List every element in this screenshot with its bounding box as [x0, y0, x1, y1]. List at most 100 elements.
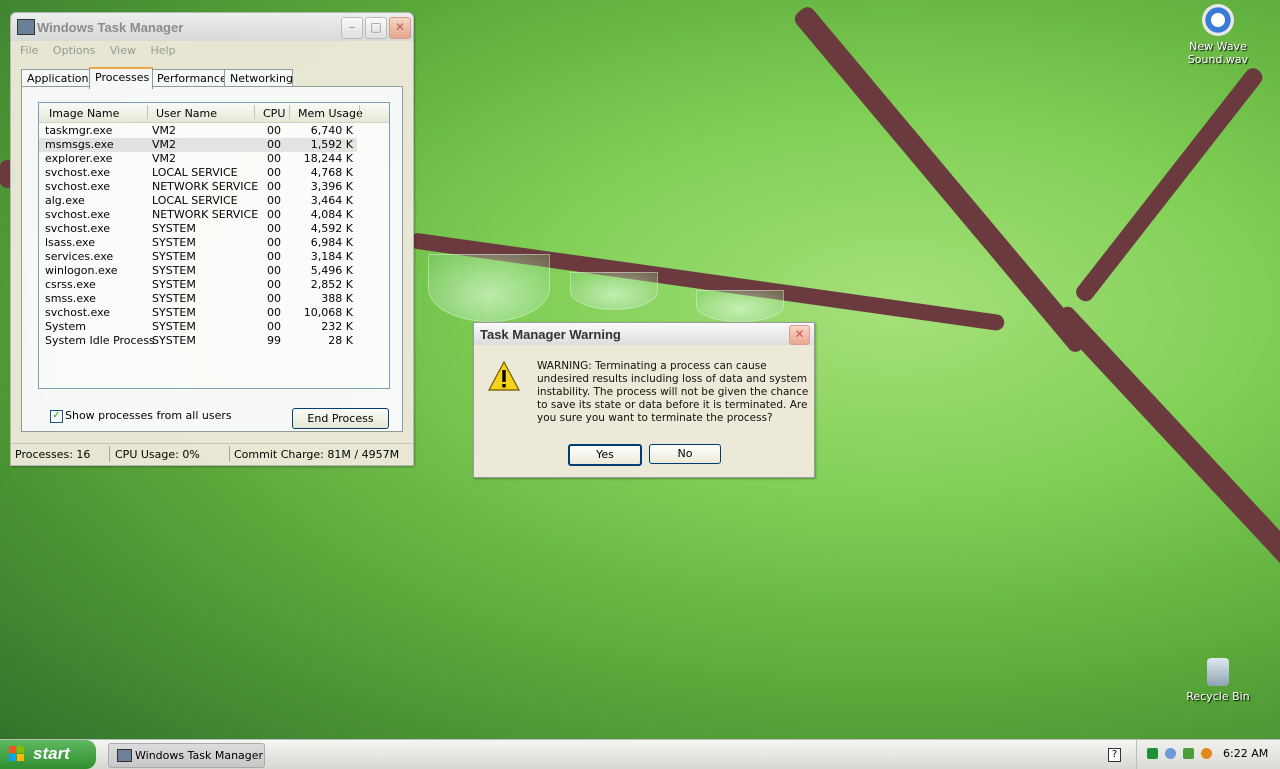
cell-cpu: 00: [267, 292, 281, 305]
cell-mem-usage: 3,396 K: [310, 180, 353, 193]
taskbar-item-task-manager[interactable]: Windows Task Manager: [108, 743, 265, 768]
no-button[interactable]: No: [649, 444, 721, 464]
cell-cpu: 00: [267, 250, 281, 263]
desktop-icon-recycle-bin[interactable]: Recycle Bin: [1163, 658, 1273, 703]
desktop-icon-label: New Wave Sound.wav: [1187, 40, 1249, 66]
cell-mem-usage: 388 K: [321, 292, 353, 305]
cell-user-name: LOCAL SERVICE: [152, 166, 238, 179]
maximize-button[interactable]: □: [365, 17, 387, 39]
cell-cpu: 00: [267, 320, 281, 333]
process-list[interactable]: Image Name User Name CPU Mem Usage taskm…: [38, 102, 390, 389]
task-manager-icon: [17, 19, 35, 35]
cell-user-name: SYSTEM: [152, 306, 196, 319]
table-row[interactable]: explorer.exe VM2 00 18,244 K: [39, 152, 357, 166]
column-image-name[interactable]: Image Name: [49, 107, 119, 120]
cell-cpu: 00: [267, 236, 281, 249]
system-tray: 6:22 AM: [1136, 740, 1280, 769]
column-user-name[interactable]: User Name: [156, 107, 217, 120]
media-file-icon: [1202, 4, 1234, 36]
start-button[interactable]: start: [0, 740, 96, 769]
cell-cpu: 00: [267, 194, 281, 207]
cell-cpu: 00: [267, 278, 281, 291]
warning-dialog: Task Manager Warning ✕ WARNING: Terminat…: [473, 322, 815, 478]
table-row[interactable]: winlogon.exe SYSTEM 00 5,496 K: [39, 264, 357, 278]
status-processes: Processes: 16: [15, 448, 91, 461]
end-process-button[interactable]: End Process: [292, 408, 389, 429]
cell-image-name: alg.exe: [45, 194, 85, 207]
search-icon[interactable]: [1201, 748, 1212, 759]
cell-cpu: 00: [267, 124, 281, 137]
menu-view[interactable]: View: [110, 44, 136, 57]
cell-user-name: SYSTEM: [152, 222, 196, 235]
cell-mem-usage: 4,592 K: [310, 222, 353, 235]
table-row[interactable]: svchost.exe SYSTEM 00 10,068 K: [39, 306, 357, 320]
tab-processes[interactable]: Processes: [89, 67, 153, 89]
dialog-close-button[interactable]: ✕: [789, 325, 810, 345]
table-row[interactable]: services.exe SYSTEM 00 3,184 K: [39, 250, 357, 264]
cell-user-name: NETWORK SERVICE: [152, 180, 259, 193]
messenger-icon[interactable]: [1165, 748, 1176, 759]
cell-user-name: SYSTEM: [152, 278, 196, 291]
cell-mem-usage: 3,464 K: [310, 194, 353, 207]
cell-user-name: SYSTEM: [152, 236, 196, 249]
tab-applications[interactable]: Applications: [21, 69, 95, 87]
cell-cpu: 00: [267, 138, 281, 151]
cell-cpu: 00: [267, 166, 281, 179]
cell-cpu: 00: [267, 208, 281, 221]
network-icon[interactable]: [1147, 748, 1158, 759]
table-row[interactable]: smss.exe SYSTEM 00 388 K: [39, 292, 357, 306]
show-all-users-checkbox[interactable]: ✓: [50, 410, 63, 423]
water-drop: [428, 254, 550, 322]
title-bar[interactable]: Windows Task Manager – □ ✕: [11, 13, 413, 41]
menu-options[interactable]: Options: [53, 44, 95, 57]
status-commit: Commit Charge: 81M / 4957M: [234, 448, 400, 461]
table-row[interactable]: csrss.exe SYSTEM 00 2,852 K: [39, 278, 357, 292]
cell-mem-usage: 3,184 K: [310, 250, 353, 263]
table-row[interactable]: System SYSTEM 00 232 K: [39, 320, 357, 334]
taskbar: start Windows Task Manager ? 6:22 AM: [0, 739, 1280, 769]
cell-cpu: 99: [267, 334, 281, 347]
tab-performance[interactable]: Performance: [151, 69, 227, 87]
dialog-title: Task Manager Warning: [480, 327, 621, 342]
windows-logo-icon: [9, 746, 24, 761]
minimize-button[interactable]: –: [341, 17, 363, 39]
clock[interactable]: 6:22 AM: [1223, 747, 1268, 760]
cell-image-name: System Idle Process: [45, 334, 155, 347]
close-button[interactable]: ✕: [389, 17, 411, 39]
table-row[interactable]: taskmgr.exe VM2 00 6,740 K: [39, 124, 357, 138]
column-cpu[interactable]: CPU: [263, 107, 285, 120]
start-label: start: [33, 744, 70, 763]
menu-bar: File Options View Help: [11, 41, 413, 59]
cell-mem-usage: 4,084 K: [310, 208, 353, 221]
process-list-header: Image Name User Name CPU Mem Usage: [39, 103, 389, 123]
cell-user-name: SYSTEM: [152, 250, 196, 263]
wallpaper-branch: [1072, 64, 1266, 305]
table-row[interactable]: System Idle Process SYSTEM 99 28 K: [39, 334, 357, 348]
tab-networking[interactable]: Networking: [224, 69, 293, 87]
column-mem-usage[interactable]: Mem Usage: [298, 107, 363, 120]
show-all-users-label: Show processes from all users: [65, 409, 232, 422]
cell-user-name: SYSTEM: [152, 264, 196, 277]
cell-cpu: 00: [267, 264, 281, 277]
table-row[interactable]: svchost.exe SYSTEM 00 4,592 K: [39, 222, 357, 236]
cell-image-name: msmsgs.exe: [45, 138, 114, 151]
security-icon[interactable]: [1183, 748, 1194, 759]
menu-help[interactable]: Help: [150, 44, 175, 57]
table-row[interactable]: svchost.exe NETWORK SERVICE 00 4,084 K: [39, 208, 357, 222]
desktop-icon-sound[interactable]: New Wave Sound.wav: [1163, 4, 1273, 66]
table-row[interactable]: msmsgs.exe VM2 00 1,592 K: [39, 138, 357, 152]
menu-file[interactable]: File: [20, 44, 38, 57]
water-drop: [696, 290, 784, 322]
table-row[interactable]: svchost.exe LOCAL SERVICE 00 4,768 K: [39, 166, 357, 180]
table-row[interactable]: lsass.exe SYSTEM 00 6,984 K: [39, 236, 357, 250]
yes-button[interactable]: Yes: [568, 444, 642, 466]
cell-mem-usage: 10,068 K: [303, 306, 353, 319]
table-row[interactable]: svchost.exe NETWORK SERVICE 00 3,396 K: [39, 180, 357, 194]
cell-user-name: LOCAL SERVICE: [152, 194, 238, 207]
cell-mem-usage: 4,768 K: [310, 166, 353, 179]
help-icon[interactable]: ?: [1108, 748, 1121, 762]
table-row[interactable]: alg.exe LOCAL SERVICE 00 3,464 K: [39, 194, 357, 208]
cell-image-name: smss.exe: [45, 292, 96, 305]
dialog-title-bar[interactable]: Task Manager Warning ✕: [474, 323, 814, 345]
cell-user-name: VM2: [152, 124, 177, 137]
